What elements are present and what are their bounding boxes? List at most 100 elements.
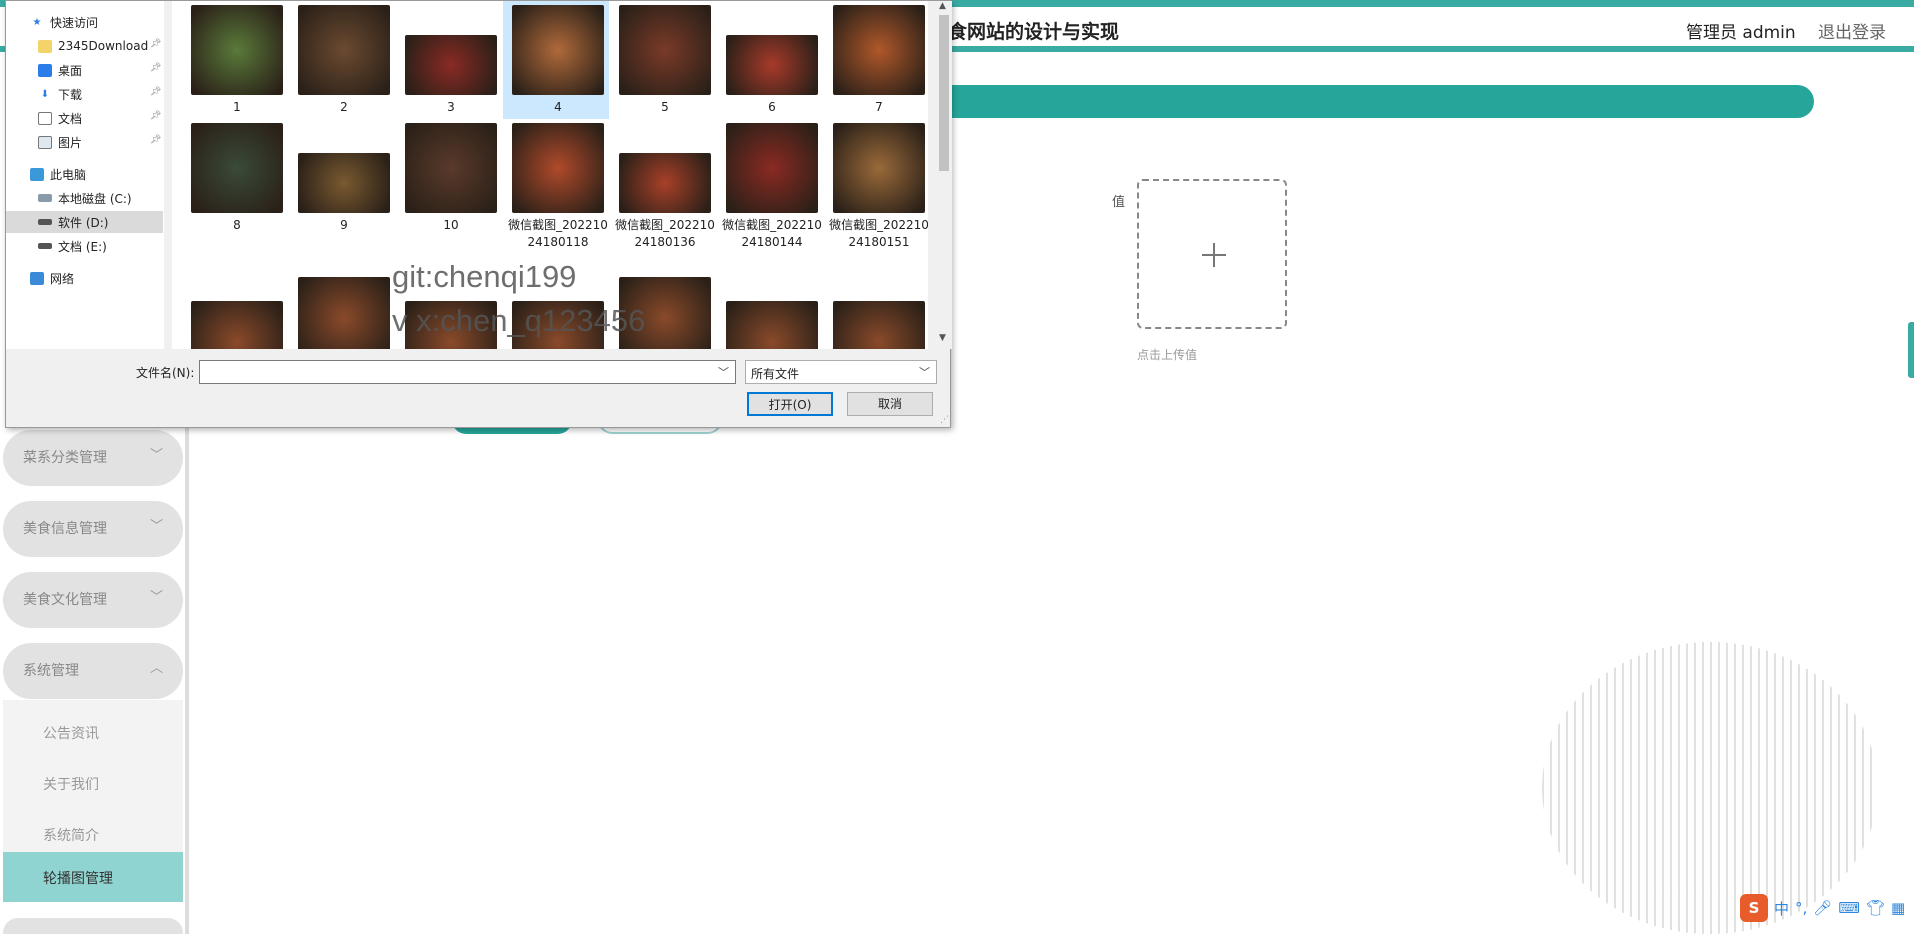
file-thumbnail[interactable] [405, 123, 497, 213]
app-title: 食网站的设计与实现 [948, 21, 1120, 43]
file-name[interactable]: 6 [720, 99, 824, 116]
scroll-thumb[interactable] [939, 15, 949, 171]
sidebar-item-next[interactable] [3, 918, 183, 934]
sidebar-item-label: 美食文化管理 [23, 592, 107, 608]
file-thumbnail[interactable] [726, 301, 818, 349]
cancel-button[interactable]: 取消 [847, 392, 933, 416]
plus-icon-stem [1213, 243, 1215, 267]
nav-downloads[interactable]: ⬇ 下载 📌︎ [38, 83, 162, 105]
pin-icon: 📌︎ [150, 63, 162, 73]
edge-handle[interactable] [1908, 322, 1914, 378]
scroll-down-icon[interactable]: ▼ [939, 333, 946, 343]
decorative-striped-circle [1542, 642, 1878, 934]
upload-box[interactable] [1137, 179, 1287, 329]
sidebar-item-system[interactable]: 系统管理 ︿ [3, 643, 183, 699]
nav-label: 文档 (E:) [58, 239, 107, 254]
sidebar-subitem-about[interactable]: 关于我们 [3, 758, 183, 808]
file-thumbnail[interactable] [405, 35, 497, 95]
nav-label: 软件 (D:) [58, 215, 109, 230]
chevron-down-icon[interactable]: ﹀ [718, 364, 729, 380]
file-thumbnail[interactable] [726, 123, 818, 213]
file-name[interactable]: 微信截图_20221024180136 [613, 217, 717, 251]
file-name[interactable]: 1 [185, 99, 289, 116]
chevron-down-icon: ﹀ [919, 366, 930, 379]
file-name[interactable]: 微信截图_20221024180151 [827, 217, 928, 251]
nav-drive-d[interactable]: 软件 (D:) [6, 211, 163, 233]
file-thumbnail[interactable] [191, 301, 283, 349]
file-thumbnail[interactable] [298, 277, 390, 349]
sidebar-item-food-culture[interactable]: 美食文化管理 ﹀ [3, 572, 183, 628]
nav-pane: ★ 快速访问 2345Download 📌︎ 桌面 📌︎ ⬇ 下载 📌︎ 文档 … [6, 1, 164, 349]
sogou-icon[interactable]: S [1740, 894, 1768, 922]
file-name[interactable]: 5 [613, 99, 717, 116]
file-thumbnail[interactable] [298, 5, 390, 95]
filetype-select[interactable]: 所有文件 ﹀ [745, 360, 937, 384]
file-thumbnail[interactable] [726, 35, 818, 95]
nav-desktop[interactable]: 桌面 📌︎ [38, 59, 161, 81]
file-name[interactable]: 微信截图_20221024180118 [506, 217, 610, 251]
file-name[interactable]: 8 [185, 217, 289, 234]
sidebar-subitem-carousel[interactable]: 轮播图管理 [3, 852, 183, 902]
filename-input[interactable]: ﹀ [199, 360, 736, 384]
sidebar-item-label: 美食信息管理 [23, 521, 107, 537]
logout-button[interactable]: 退出登录 [1818, 18, 1886, 43]
file-thumbnail[interactable] [833, 5, 925, 95]
nav-2345download[interactable]: 2345Download 📌︎ [38, 35, 161, 57]
sidebar-subitem-news[interactable]: 公告资讯 [3, 707, 183, 757]
nav-label: 网络 [50, 271, 75, 286]
watermark-line: v x:chen_q123456 [392, 303, 646, 338]
file-thumbnail[interactable] [512, 123, 604, 213]
file-name[interactable]: 10 [399, 217, 503, 234]
nav-drive-e[interactable]: 文档 (E:) [38, 235, 107, 257]
scroll-up-icon[interactable]: ▲ [939, 1, 946, 11]
sidebar-item-label: 菜系分类管理 [23, 450, 107, 466]
file-name[interactable]: 4 [506, 99, 610, 116]
ime-mode[interactable]: 中 [1774, 898, 1789, 919]
nav-drive-c[interactable]: 本地磁盘 (C:) [38, 187, 132, 209]
nav-pictures[interactable]: 图片 📌︎ [38, 131, 161, 153]
file-name[interactable]: 微信截图_20221024180144 [720, 217, 824, 251]
nav-label: 文档 [58, 111, 83, 126]
document-icon [38, 111, 52, 125]
file-thumbnail[interactable] [833, 301, 925, 349]
pin-icon: 📌︎ [150, 87, 162, 97]
grid-icon[interactable]: ▦ [1891, 899, 1905, 917]
field-label: 值 [1112, 195, 1126, 210]
file-name[interactable]: 3 [399, 99, 503, 116]
file-grid-scrollbar[interactable]: ▲ ▼ [936, 1, 952, 349]
nav-label: 本地磁盘 (C:) [58, 191, 132, 206]
file-name[interactable]: 2 [292, 99, 396, 116]
file-thumbnail[interactable] [191, 123, 283, 213]
mic-icon[interactable]: 🎤︎ [1813, 899, 1832, 917]
sidebar-item-label: 系统管理 [23, 663, 79, 679]
nav-documents[interactable]: 文档 📌︎ [38, 107, 161, 129]
file-thumbnail[interactable] [191, 5, 283, 95]
file-open-dialog: ★ 快速访问 2345Download 📌︎ 桌面 📌︎ ⬇ 下载 📌︎ 文档 … [5, 0, 952, 428]
desktop-icon [38, 63, 52, 77]
sidebar-item-cuisine-category[interactable]: 菜系分类管理 ﹀ [3, 430, 183, 486]
file-thumbnail[interactable] [619, 5, 711, 95]
file-name[interactable]: 7 [827, 99, 928, 116]
upload-hint: 点击上传值 [1137, 348, 1198, 362]
open-button[interactable]: 打开(O) [747, 392, 833, 416]
keyboard-icon[interactable]: ⌨︎ [1838, 899, 1860, 917]
sidebar-item-food-info[interactable]: 美食信息管理 ﹀ [3, 501, 183, 557]
network-icon [30, 271, 44, 285]
punct-icon[interactable]: °, [1795, 899, 1807, 917]
shirt-icon[interactable]: 👕︎ [1866, 899, 1885, 917]
file-thumbnail[interactable] [512, 5, 604, 95]
pin-icon: 📌︎ [150, 39, 162, 49]
file-thumbnail[interactable] [619, 153, 711, 213]
nav-this-pc[interactable]: 此电脑 [30, 163, 86, 185]
nav-network[interactable]: 网络 [30, 267, 74, 289]
resize-grip-icon[interactable]: ⋰ [940, 415, 949, 425]
picture-icon [38, 135, 52, 149]
nav-quick-access[interactable]: ★ 快速访问 [30, 11, 99, 33]
pin-icon: 📌︎ [150, 111, 162, 121]
file-thumbnail[interactable] [298, 153, 390, 213]
filename-label: 文件名(N): [136, 366, 195, 380]
file-name[interactable]: 9 [292, 217, 396, 234]
nav-label: 下载 [58, 87, 83, 102]
file-thumbnail[interactable] [833, 123, 925, 213]
nav-label: 2345Download [58, 39, 149, 53]
